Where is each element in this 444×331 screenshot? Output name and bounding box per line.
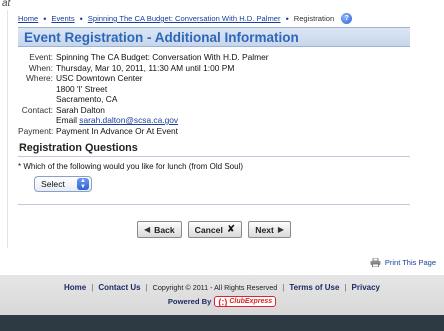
forward-arrow-icon: ▶	[277, 225, 285, 234]
footer-copyright: Copyright © 2011 - All Rights Reserved	[152, 283, 278, 292]
back-arrow-icon: ◀	[143, 225, 151, 234]
breadcrumb-separator: •	[285, 13, 289, 24]
breadcrumb: Home • Events • Spinning The CA Budget: …	[18, 12, 410, 25]
breadcrumb-events-link[interactable]: Events	[51, 14, 74, 23]
updown-arrows-icon: ▲ ▼	[77, 178, 89, 190]
cancel-button-label: Cancel	[194, 224, 223, 235]
when-value: Thursday, Mar 10, 2011, 11:30 AM until 1…	[56, 62, 235, 73]
powered-by-label: Powered By	[167, 297, 212, 306]
left-divider	[7, 10, 8, 248]
footer-separator: |	[344, 283, 347, 292]
event-details: Event: Spinning The CA Budget: Conversat…	[18, 52, 410, 136]
back-button-label: Back	[154, 224, 175, 235]
powered-by: Powered By (:) ClubExpress	[0, 296, 444, 307]
where-city: Sacramento, CA	[56, 94, 118, 104]
where-row-city: Sacramento, CA	[18, 94, 410, 105]
footer-terms-link[interactable]: Terms of Use	[289, 283, 339, 292]
clubexpress-mark-icon: (:)	[218, 296, 228, 307]
clubexpress-logo-text: ClubExpress	[229, 298, 273, 305]
event-row: Event: Spinning The CA Budget: Conversat…	[18, 52, 410, 63]
lunch-select[interactable]: Select ▲ ▼	[34, 176, 92, 192]
footer-contact-link[interactable]: Contact Us	[98, 283, 140, 292]
title-bar: Event Registration - Additional Informat…	[18, 27, 410, 47]
payment-row: Payment: Payment In Advance Or At Event	[18, 126, 410, 137]
contact-label: Contact:	[21, 104, 53, 115]
where-street: 1800 'I' Street	[56, 83, 108, 94]
contact-email-link[interactable]: sarah.dalton@scsa.ca.gov	[79, 115, 178, 125]
contact-row: Contact: Sarah Dalton	[18, 105, 410, 116]
event-label: Event:	[29, 52, 53, 62]
lunch-select-value: Select	[41, 179, 65, 189]
next-button[interactable]: Next ▶	[248, 221, 292, 238]
footer-home-link[interactable]: Home	[64, 283, 86, 292]
nav-buttons: ◀ Back Cancel ✘ Next ▶	[18, 221, 410, 238]
where-row: Where: USC Downtown Center	[18, 73, 410, 84]
close-icon: ✘	[226, 224, 236, 235]
bottom-band	[0, 315, 444, 331]
breadcrumb-home-link[interactable]: Home	[18, 14, 38, 23]
footer-separator: |	[282, 283, 285, 292]
lunch-question: * Which of the following would you like …	[18, 162, 243, 171]
breadcrumb-separator: •	[43, 13, 47, 24]
page-title: Event Registration - Additional Informat…	[24, 29, 299, 45]
event-value: Spinning The CA Budget: Conversation Wit…	[56, 52, 269, 62]
footer-privacy-link[interactable]: Privacy	[352, 283, 380, 292]
when-row: When: Thursday, Mar 10, 2011, 11:30 AM u…	[18, 63, 410, 74]
payment-label: Payment:	[18, 125, 54, 136]
corner-mark: at	[2, 0, 11, 9]
cancel-button[interactable]: Cancel ✘	[187, 221, 243, 238]
breadcrumb-event-link[interactable]: Spinning The CA Budget: Conversation Wit…	[88, 14, 281, 23]
footer-separator: |	[91, 283, 94, 292]
email-row: Email sarah.dalton@scsa.ca.gov	[18, 115, 410, 126]
registration-questions-heading: Registration Questions	[18, 142, 410, 157]
clubexpress-logo[interactable]: (:) ClubExpress	[214, 296, 277, 307]
footer-links: Home | Contact Us | Copyright © 2011 - A…	[0, 283, 444, 292]
printer-icon	[370, 258, 381, 267]
payment-value: Payment In Advance Or At Event	[56, 125, 178, 136]
where-venue: USC Downtown Center	[56, 73, 143, 83]
breadcrumb-separator: •	[79, 13, 83, 24]
when-label: When:	[28, 62, 53, 73]
footer-separator: |	[145, 283, 148, 292]
section-divider	[18, 204, 410, 205]
breadcrumb-current: Registration	[293, 14, 335, 23]
where-row-street: 1800 'I' Street	[18, 84, 410, 95]
print-page[interactable]: Print This Page	[370, 258, 436, 267]
where-label: Where:	[26, 73, 53, 83]
email-line: Email sarah.dalton@scsa.ca.gov	[56, 115, 178, 126]
back-button[interactable]: ◀ Back	[136, 221, 182, 238]
help-icon[interactable]: ?	[341, 13, 353, 24]
next-button-label: Next	[255, 224, 274, 235]
email-prefix: Email	[56, 115, 77, 125]
print-page-link[interactable]: Print This Page	[385, 258, 436, 267]
contact-name: Sarah Dalton	[56, 104, 105, 115]
main-content: Home • Events • Spinning The CA Budget: …	[18, 12, 410, 238]
